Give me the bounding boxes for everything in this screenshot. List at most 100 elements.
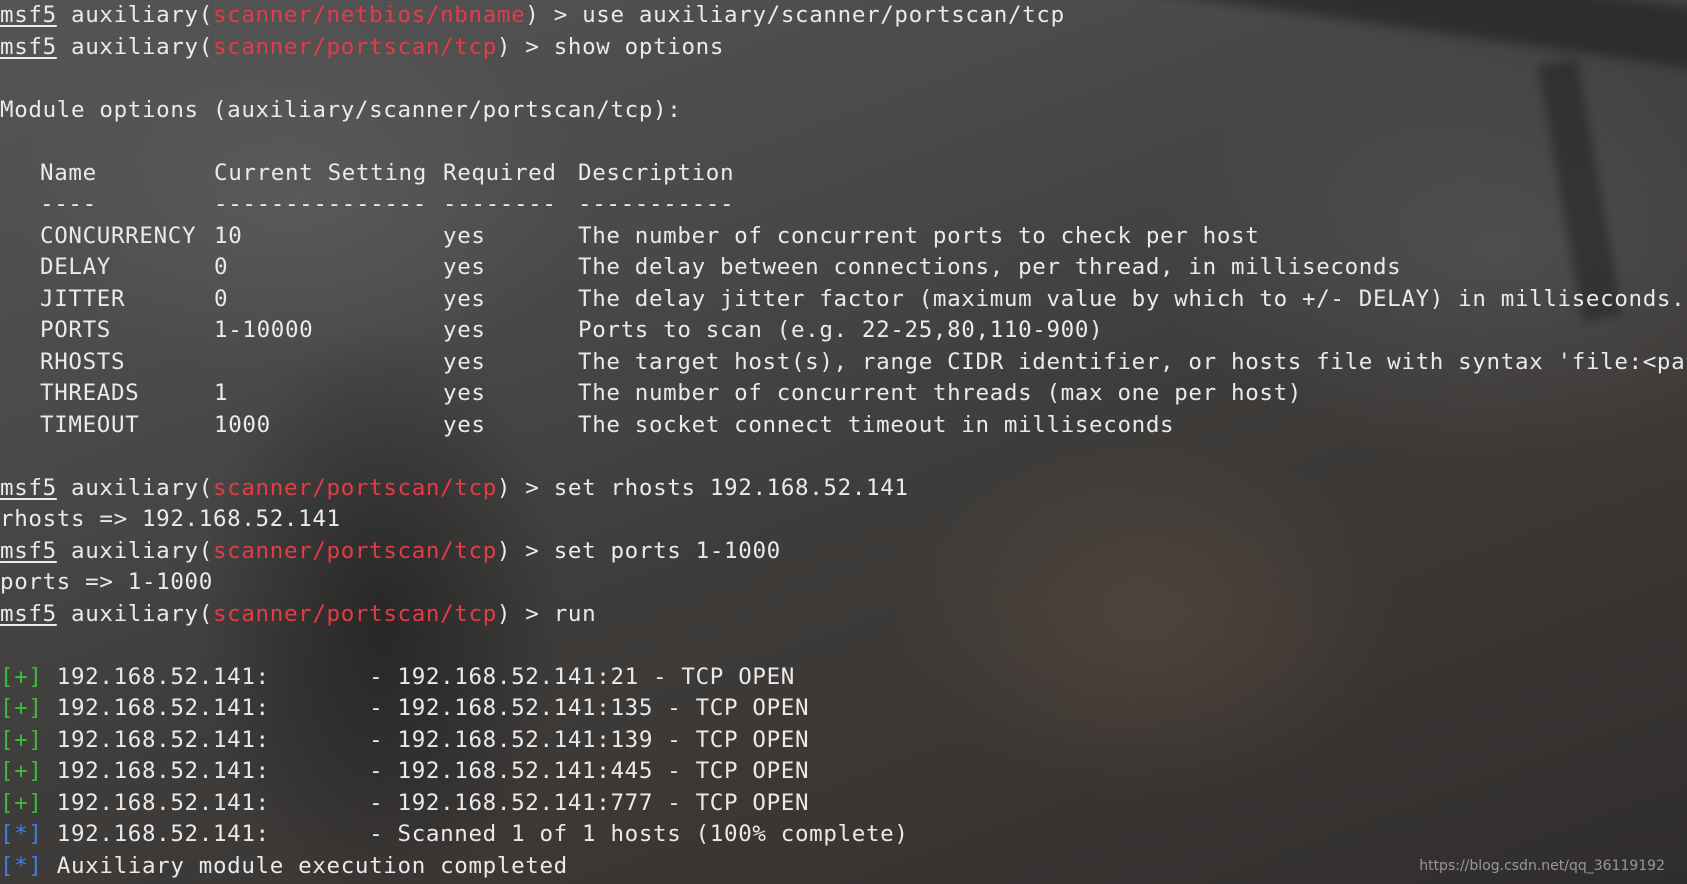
command-text: set ports 1-1000	[553, 537, 781, 564]
header-required: Required	[443, 159, 557, 186]
header-setting: Current Setting	[214, 159, 427, 186]
prompt-module: scanner/portscan/tcp	[212, 33, 497, 60]
option-row: RHOSTS yes The target host(s), range CIDR …	[0, 347, 1687, 379]
option-row: TIMEOUT 1000 yes The socket connect timeout…	[0, 410, 1687, 442]
option-required: yes	[443, 222, 486, 249]
option-name: PORTS	[40, 317, 111, 343]
option-setting: 1	[214, 380, 229, 406]
status-tag-success: [+]	[0, 789, 43, 816]
result-line: [+] 192.168.52.141: - 192.168.52.141:445…	[0, 756, 1687, 788]
command-text: use auxiliary/scanner/portscan/tcp	[582, 2, 1065, 28]
prompt-line: msf5 auxiliary(scanner/portscan/tcp) > s…	[0, 536, 1687, 568]
options-table-underline: ---- --------------- -------- -----------	[0, 189, 1687, 221]
terminal-output[interactable]: msf5 auxiliary(scanner/netbios/nbname) >…	[0, 0, 1687, 884]
option-required: yes	[443, 348, 486, 375]
prompt-line: msf5 auxiliary(scanner/portscan/tcp) > s…	[0, 32, 1687, 64]
prompt-prefix: auxiliary(	[56, 537, 213, 564]
prompt-name: msf5	[0, 537, 57, 564]
prompt-suffix: ) >	[525, 2, 583, 28]
result-text: 192.168.52.141: - Scanned 1 of 1 hosts (…	[42, 821, 909, 847]
command-text: show options	[553, 33, 725, 60]
status-tag-success: [+]	[0, 758, 43, 784]
option-description: The socket connect timeout in millisecon…	[578, 411, 1175, 438]
option-name: CONCURRENCY	[40, 222, 197, 249]
header-description: Description	[578, 159, 735, 186]
option-setting: 0	[214, 285, 229, 312]
command-text: set rhosts 192.168.52.141	[553, 474, 909, 501]
command-text: run	[553, 600, 597, 627]
prompt-line: msf5 auxiliary(scanner/netbios/nbname) >…	[0, 0, 1687, 32]
option-description: The delay jitter factor (maximum value b…	[578, 285, 1686, 312]
option-name: RHOSTS	[40, 348, 126, 375]
prompt-name: msf5	[0, 2, 57, 28]
result-text: 192.168.52.141: - 192.168.52.141:21 - TC…	[42, 663, 795, 690]
option-row: CONCURRENCY 10 yes The number of concurrent…	[0, 221, 1687, 253]
result-line: [+] 192.168.52.141: - 192.168.52.141:139…	[0, 725, 1687, 757]
prompt-module: scanner/netbios/nbname	[212, 2, 526, 28]
prompt-line: msf5 auxiliary(scanner/portscan/tcp) > r…	[0, 599, 1687, 631]
status-tag-success: [+]	[0, 663, 43, 690]
status-tag-success: [+]	[0, 695, 43, 721]
prompt-prefix: auxiliary(	[56, 600, 213, 627]
option-required: yes	[443, 411, 486, 438]
option-description: The number of concurrent threads (max on…	[578, 380, 1303, 406]
option-required: yes	[443, 254, 486, 280]
result-text: 192.168.52.141: - 192.168.52.141:135 - T…	[42, 695, 810, 721]
prompt-module: scanner/portscan/tcp	[212, 537, 497, 564]
status-tag-info: [*]	[0, 821, 43, 847]
prompt-name: msf5	[0, 600, 57, 627]
prompt-module: scanner/portscan/tcp	[212, 474, 497, 501]
option-row: THREADS 1 yes The number of concurrent thre…	[0, 378, 1687, 410]
option-name: THREADS	[40, 380, 140, 406]
option-setting: 0	[214, 254, 229, 280]
set-output-ports: ports => 1-1000	[0, 569, 213, 595]
result-line: [+] 192.168.52.141: - 192.168.52.141:135…	[0, 693, 1687, 725]
underline-description: -----------	[578, 191, 735, 217]
option-name: TIMEOUT	[40, 411, 140, 438]
result-line: [*] 192.168.52.141: - Scanned 1 of 1 hos…	[0, 819, 1687, 851]
prompt-line: msf5 auxiliary(scanner/portscan/tcp) > s…	[0, 473, 1687, 505]
prompt-module: scanner/portscan/tcp	[212, 600, 497, 627]
result-text: 192.168.52.141: - 192.168.52.141:777 - T…	[42, 789, 810, 816]
option-row: PORTS 1-10000 yes Ports to scan (e.g. 22-25…	[0, 315, 1687, 347]
option-required: yes	[443, 380, 486, 406]
prompt-suffix: ) >	[496, 537, 554, 564]
header-name: Name	[40, 159, 97, 186]
watermark-text: https://blog.csdn.net/qq_36119192	[1419, 858, 1665, 874]
result-line: [+] 192.168.52.141: - 192.168.52.141:21 …	[0, 662, 1687, 694]
result-line: [+] 192.168.52.141: - 192.168.52.141:777…	[0, 788, 1687, 820]
underline-name: ----	[40, 191, 97, 217]
prompt-prefix: auxiliary(	[56, 33, 213, 60]
result-text: 192.168.52.141: - 192.168.52.141:139 - T…	[42, 726, 810, 753]
module-options-heading: Module options (auxiliary/scanner/portsc…	[0, 96, 682, 123]
prompt-prefix: auxiliary(	[56, 474, 213, 501]
options-table-header: Name Current Setting Required Description	[0, 158, 1687, 190]
prompt-suffix: ) >	[496, 474, 554, 501]
option-name: JITTER	[40, 285, 126, 312]
option-required: yes	[443, 317, 486, 343]
option-setting: 1000	[214, 411, 271, 438]
underline-required: --------	[443, 191, 557, 217]
prompt-prefix: auxiliary(	[56, 2, 213, 28]
prompt-name: msf5	[0, 33, 57, 60]
option-description: The delay between connections, per threa…	[578, 254, 1402, 280]
option-description: The target host(s), range CIDR identifie…	[578, 348, 1687, 375]
underline-setting: ---------------	[214, 191, 427, 217]
prompt-name: msf5	[0, 474, 57, 501]
result-text: 192.168.52.141: - 192.168.52.141:445 - T…	[42, 758, 810, 784]
option-row: JITTER 0 yes The delay jitter factor (maxim…	[0, 284, 1687, 316]
set-output-rhosts: rhosts => 192.168.52.141	[0, 506, 341, 532]
result-text: Auxiliary module execution completed	[42, 852, 568, 879]
option-setting: 10	[214, 222, 243, 249]
option-row: DELAY 0 yes The delay between connections, …	[0, 252, 1687, 284]
option-required: yes	[443, 285, 486, 312]
status-tag-info: [*]	[0, 852, 43, 879]
option-setting: 1-10000	[214, 317, 314, 343]
prompt-suffix: ) >	[496, 600, 554, 627]
option-description: Ports to scan (e.g. 22-25,80,110-900)	[578, 317, 1104, 343]
prompt-suffix: ) >	[496, 33, 554, 60]
